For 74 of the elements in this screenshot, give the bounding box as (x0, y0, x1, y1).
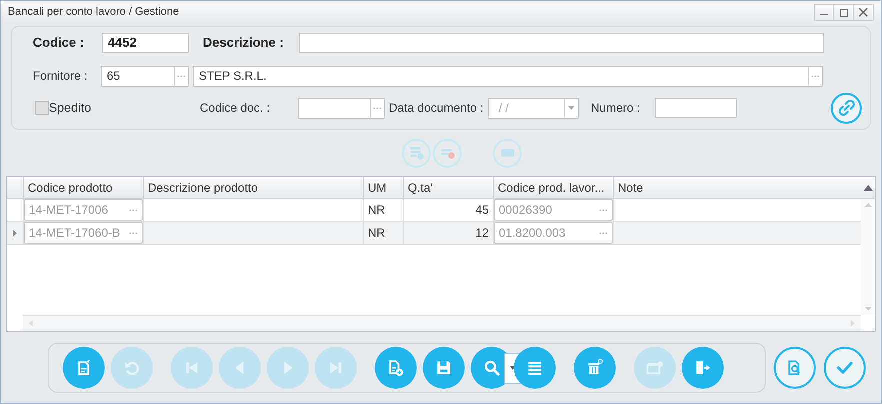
dropdown-arrow-icon (568, 106, 575, 110)
table-cell-text: NR (368, 225, 386, 242)
field-value: STEP S.R.L. (198, 68, 268, 85)
new-button[interactable] (375, 347, 417, 389)
column-header[interactable]: Codice prod. lavor... (493, 177, 613, 198)
column-header[interactable]: Descrizione prodotto (143, 177, 363, 198)
field-label: Numero : (591, 100, 642, 117)
more-icon (373, 106, 382, 110)
first-record-button[interactable] (171, 347, 213, 389)
delete-button[interactable] (574, 347, 616, 389)
scroll-up-icon[interactable] (864, 203, 872, 207)
more-icon (177, 74, 186, 78)
more-icon (129, 232, 138, 234)
previous-button[interactable] (219, 347, 261, 389)
input-field[interactable] (655, 98, 737, 118)
lookup-field[interactable]: STEP S.R.L. (193, 66, 823, 86)
undo-button[interactable] (111, 347, 153, 389)
last-record-button[interactable] (315, 347, 357, 389)
field-value: 00026390 (499, 202, 554, 219)
window-title: Bancali per conto lavoro / Gestione (8, 4, 180, 20)
link-button[interactable] (831, 92, 862, 124)
column-header[interactable]: Codice prodotto (23, 177, 143, 198)
chain-link-icon (838, 99, 856, 117)
current-row-icon (13, 230, 17, 236)
list-button[interactable] (514, 347, 556, 389)
more-icon (129, 208, 138, 212)
table-cell-text: 45 (476, 202, 489, 219)
maximize-icon (840, 8, 848, 16)
checkbox[interactable] (35, 101, 49, 115)
lookup-field[interactable] (298, 98, 385, 118)
more-icon (599, 232, 608, 234)
close-icon (859, 8, 868, 17)
scroll-down-icon[interactable] (864, 307, 872, 311)
checkbox-label: Spedito (49, 100, 92, 117)
field-label: Codice doc. : (200, 100, 272, 117)
vertical-scrollbar[interactable] (861, 199, 875, 315)
column-header[interactable]: Note (613, 177, 861, 198)
field-label: Data documento : (389, 100, 485, 117)
remove-row-button[interactable] (433, 138, 462, 168)
column-header[interactable]: UM (363, 177, 403, 198)
field-label: Fornitore : (33, 68, 89, 85)
field-value: / / (498, 100, 510, 117)
preview-button[interactable] (774, 347, 816, 389)
lookup-button[interactable] (174, 66, 188, 86)
table-cell-text: 12 (476, 225, 489, 242)
lookup-button[interactable] (370, 98, 384, 118)
save-button[interactable] (423, 347, 465, 389)
minimize-button[interactable] (814, 4, 834, 21)
field-value: 14-MET-17060-B (29, 225, 122, 242)
input-field[interactable]: 4452 (102, 33, 189, 53)
close-button[interactable] (854, 4, 874, 21)
confirm-button[interactable] (824, 347, 866, 389)
table-cell-text: NR (368, 202, 386, 219)
lookup-field[interactable]: 65 (101, 66, 189, 86)
minimize-icon (820, 14, 828, 16)
add-row-button[interactable] (402, 138, 431, 168)
lookup-button[interactable] (808, 66, 822, 86)
more-icon (599, 208, 608, 212)
field-value: 14-MET-17006 (29, 202, 110, 219)
media-button[interactable] (634, 347, 676, 389)
barcode-button[interactable] (493, 138, 522, 168)
sort-ascending-icon[interactable] (864, 184, 872, 190)
field-label: Codice : (33, 34, 86, 52)
field-label: Descrizione : (203, 34, 285, 52)
field-value: 65 (106, 68, 122, 85)
maximize-button[interactable] (834, 4, 854, 21)
input-field[interactable] (299, 33, 824, 53)
field-value: 01.8200.003 (499, 225, 567, 242)
exit-button[interactable] (682, 347, 724, 389)
horizontal-scrollbar[interactable] (23, 315, 861, 331)
next-button[interactable] (267, 347, 309, 389)
more-icon (811, 74, 820, 78)
edit-button[interactable] (63, 347, 105, 389)
column-header[interactable]: Q.ta' (403, 177, 493, 198)
